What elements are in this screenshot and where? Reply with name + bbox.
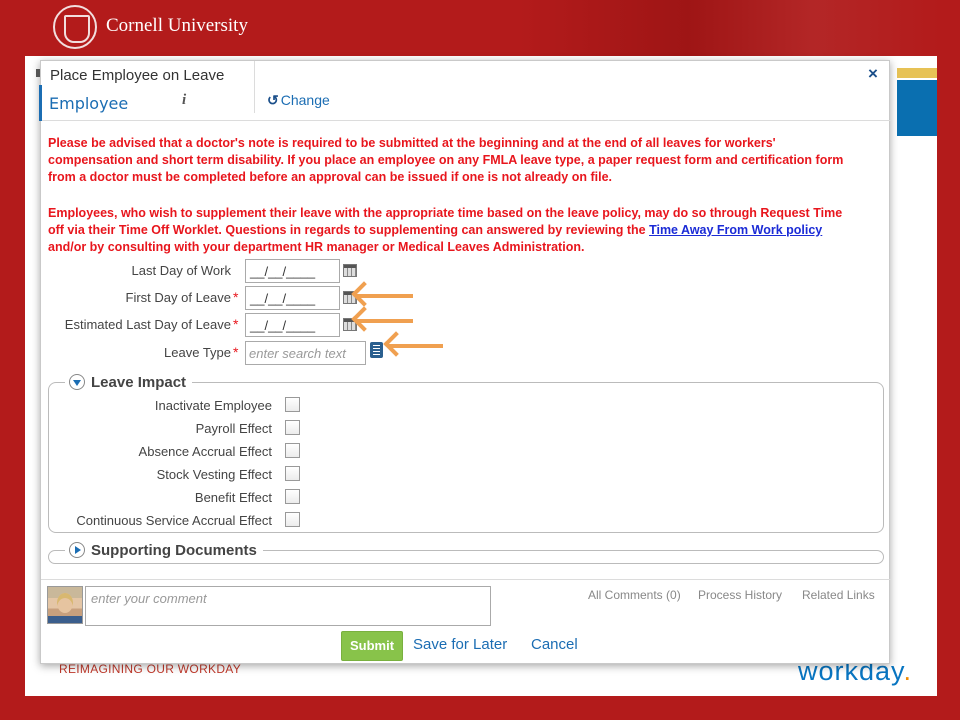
leave-impact-row: Stock Vesting Effect	[49, 464, 309, 486]
checkbox-label: Absence Accrual Effect	[138, 444, 272, 459]
first-day-of-leave-row: First Day of Leave * __/__/____	[41, 286, 381, 310]
undo-icon: ↺	[267, 92, 279, 108]
dialog-footer: enter your comment All Comments (0) Proc…	[41, 579, 891, 665]
first-day-of-leave-label: First Day of Leave	[125, 290, 232, 305]
annotation-arrow-icon	[357, 319, 413, 323]
cornell-seal-icon	[53, 5, 97, 49]
cornell-header: Cornell University	[0, 0, 960, 56]
leave-type-search-input[interactable]: enter search text	[245, 341, 366, 365]
required-marker: *	[233, 344, 239, 360]
workday-logo-dot: .	[903, 656, 913, 686]
last-day-of-work-label: Last Day of Work	[131, 263, 231, 278]
leave-impact-row: Payroll Effect	[49, 418, 309, 440]
submit-button[interactable]: Submit	[341, 631, 403, 661]
employee-field-indicator	[39, 85, 42, 121]
place-employee-on-leave-dialog: Place Employee on Leave Employee i ↺ Chan…	[36, 60, 891, 665]
last-day-of-work-row: Last Day of Work __/__/____	[41, 259, 381, 283]
leave-impact-title: Leave Impact	[91, 374, 187, 391]
required-marker: *	[233, 316, 239, 332]
absence-accrual-effect-checkbox[interactable]	[285, 443, 300, 458]
header-statue-image	[520, 0, 940, 56]
all-comments-link[interactable]: All Comments (0)	[588, 588, 681, 602]
prompt-list-icon[interactable]	[370, 342, 383, 358]
checkbox-label: Benefit Effect	[194, 490, 272, 505]
dialog-title: Place Employee on Leave	[50, 67, 225, 84]
calendar-icon[interactable]	[343, 264, 357, 277]
info-icon[interactable]: i	[182, 92, 186, 109]
doctor-note-warning: Please be advised that a doctor's note i…	[48, 136, 844, 184]
leave-impact-header[interactable]: Leave Impact	[65, 374, 193, 391]
change-button[interactable]: ↺ Change	[267, 92, 330, 109]
avatar	[47, 586, 83, 624]
dialog-header: Place Employee on Leave Employee i ↺ Chan…	[36, 61, 891, 121]
continuous-service-accrual-checkbox[interactable]	[285, 512, 300, 527]
first-day-of-leave-input[interactable]: __/__/____	[245, 286, 340, 310]
leave-impact-row: Absence Accrual Effect	[49, 441, 309, 463]
benefit-effect-checkbox[interactable]	[285, 489, 300, 504]
supplement-text-end: and/or by consulting with your departmen…	[48, 240, 585, 254]
estimated-last-day-row: Estimated Last Day of Leave * __/__/____	[41, 313, 381, 337]
leave-type-row: Leave Type * enter search text	[41, 341, 383, 365]
dialog-header-accent	[36, 69, 40, 77]
employee-label: Employee	[49, 94, 129, 113]
backdrop-blue-bar	[897, 80, 937, 136]
checkbox-label: Inactivate Employee	[154, 398, 272, 413]
leave-impact-row: Benefit Effect	[49, 487, 309, 509]
leave-impact-row: Inactivate Employee	[49, 395, 309, 417]
checkbox-label: Continuous Service Accrual Effect	[76, 513, 272, 528]
estimated-last-day-label: Estimated Last Day of Leave	[64, 317, 231, 332]
change-label: Change	[280, 92, 330, 108]
leave-impact-row: Continuous Service Accrual Effect	[49, 510, 309, 532]
annotation-arrow-icon	[357, 294, 413, 298]
backdrop-gold-bar	[897, 68, 937, 78]
required-marker: *	[233, 289, 239, 305]
leave-impact-section: Leave Impact Inactivate Employee Payroll…	[48, 374, 884, 533]
annotation-arrow-icon	[389, 344, 443, 348]
header-divider	[254, 61, 255, 113]
cornell-brand: Cornell University	[106, 15, 248, 36]
estimated-last-day-input[interactable]: __/__/____	[245, 313, 340, 337]
related-links-link[interactable]: Related Links	[802, 588, 875, 602]
collapse-toggle-icon[interactable]	[69, 374, 85, 390]
cancel-button[interactable]: Cancel	[531, 636, 578, 653]
supporting-documents-header[interactable]: Supporting Documents	[65, 542, 263, 559]
payroll-effect-checkbox[interactable]	[285, 420, 300, 435]
supporting-documents-title: Supporting Documents	[91, 542, 257, 559]
supplement-leave-warning: Employees, who wish to supplement their …	[48, 205, 848, 256]
supporting-documents-section: Supporting Documents	[48, 542, 884, 564]
checkbox-label: Payroll Effect	[195, 421, 272, 436]
leave-type-label: Leave Type	[164, 345, 231, 360]
stock-vesting-effect-checkbox[interactable]	[285, 466, 300, 481]
save-for-later-button[interactable]: Save for Later	[413, 636, 507, 653]
close-icon[interactable]: ×	[868, 64, 878, 84]
checkbox-label: Stock Vesting Effect	[156, 467, 272, 482]
expand-toggle-icon[interactable]	[69, 542, 85, 558]
comment-input[interactable]: enter your comment	[85, 586, 491, 626]
inactivate-employee-checkbox[interactable]	[285, 397, 300, 412]
process-history-link[interactable]: Process History	[698, 588, 782, 602]
time-away-policy-link[interactable]: Time Away From Work policy	[649, 223, 822, 237]
last-day-of-work-input[interactable]: __/__/____	[245, 259, 340, 283]
